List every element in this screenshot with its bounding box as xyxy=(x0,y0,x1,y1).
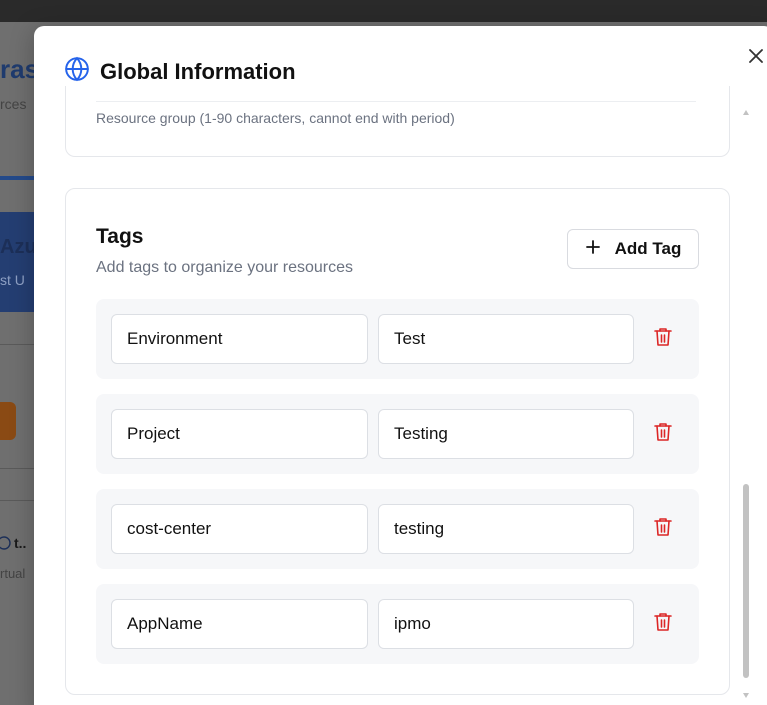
background-divider xyxy=(0,500,34,501)
close-icon xyxy=(748,48,764,69)
tag-row: AppName ipmo xyxy=(96,584,699,664)
scroll-thumb[interactable] xyxy=(743,484,749,678)
tag-value-input[interactable]: ipmo xyxy=(378,599,634,649)
background-hero-title: Azu xyxy=(0,236,37,258)
trash-icon xyxy=(654,517,672,542)
background-globe-icon xyxy=(0,533,14,553)
tag-value-input[interactable]: Test xyxy=(378,314,634,364)
background-tab-indicator xyxy=(0,176,34,180)
trash-icon xyxy=(654,612,672,637)
trash-icon xyxy=(654,422,672,447)
delete-tag-button[interactable] xyxy=(652,517,674,542)
tag-key-input[interactable]: cost-center xyxy=(111,504,368,554)
modal-scrollbar[interactable] xyxy=(742,104,750,698)
scroll-up-arrow-icon[interactable] xyxy=(742,104,750,115)
resource-group-hint: Resource group (1-90 characters, cannot … xyxy=(96,110,455,126)
background-divider xyxy=(0,344,34,345)
background-divider xyxy=(0,468,34,469)
plus-icon xyxy=(585,239,601,260)
background-topbar xyxy=(0,0,767,22)
background-resource-icon xyxy=(0,402,16,440)
add-tag-label: Add Tag xyxy=(614,239,682,258)
background-hero-subtitle: st U xyxy=(0,272,25,288)
modal-header: Global Information xyxy=(64,56,296,87)
background-item-subtitle: rtual xyxy=(0,566,26,581)
background-item-title: t.. xyxy=(14,535,27,551)
tag-row: Environment Test xyxy=(96,299,699,379)
tag-row: Project Testing xyxy=(96,394,699,474)
global-information-modal: Global Information Resource group (1-90 … xyxy=(34,26,767,705)
trash-icon xyxy=(654,327,672,352)
globe-icon xyxy=(64,56,90,87)
add-tag-button[interactable]: Add Tag xyxy=(567,229,699,269)
resource-group-input-edge xyxy=(96,101,696,102)
tag-value-input[interactable]: testing xyxy=(378,504,634,554)
tag-row: cost-center testing xyxy=(96,489,699,569)
tag-key-input[interactable]: Environment xyxy=(111,314,368,364)
delete-tag-button[interactable] xyxy=(652,327,674,352)
tags-card: Tags Add tags to organize your resources… xyxy=(65,188,730,695)
close-button[interactable] xyxy=(744,46,767,70)
tag-value-input[interactable]: Testing xyxy=(378,409,634,459)
modal-title: Global Information xyxy=(100,58,296,84)
background-hero-card xyxy=(0,212,34,312)
tags-title: Tags xyxy=(96,225,144,248)
scroll-down-arrow-icon[interactable] xyxy=(742,686,750,698)
delete-tag-button[interactable] xyxy=(652,422,674,447)
resource-group-card: Resource group (1-90 characters, cannot … xyxy=(65,86,730,157)
tag-key-input[interactable]: Project xyxy=(111,409,368,459)
delete-tag-button[interactable] xyxy=(652,612,674,637)
background-page-subtitle: rces xyxy=(0,96,27,112)
tags-description: Add tags to organize your resources xyxy=(96,259,354,276)
tag-key-input[interactable]: AppName xyxy=(111,599,368,649)
